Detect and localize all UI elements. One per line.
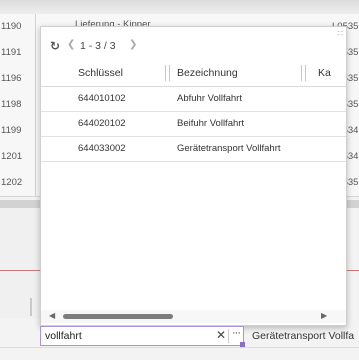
scroll-left-icon[interactable]: ◀	[49, 311, 55, 320]
chevron-right-icon[interactable]: ❯	[129, 39, 137, 50]
background-accent-line	[345, 270, 359, 271]
cell-key: 644010102	[78, 93, 126, 104]
column-header-category[interactable]: Ka	[318, 60, 331, 86]
top-toolbar	[0, 0, 359, 15]
table-row[interactable]: 644020102 Beifuhr Vollfahrt	[41, 112, 346, 137]
row-id: 1199	[0, 118, 36, 144]
scrollbar-thumb[interactable]	[63, 314, 173, 319]
background-scrollbar	[30, 298, 32, 316]
row-id: 1201	[0, 144, 36, 170]
refresh-icon[interactable]: ↻	[50, 39, 60, 53]
row-id: 1191	[0, 40, 36, 66]
background-accent-line	[0, 270, 40, 271]
search-field[interactable]: ✕ ···	[40, 326, 244, 346]
row-id: 1198	[0, 92, 36, 118]
column-header-key[interactable]: Schlüssel	[78, 60, 123, 86]
column-resize-handle[interactable]	[165, 65, 170, 81]
cell-key: 644033002	[78, 143, 126, 154]
background-panel	[0, 208, 40, 318]
close-icon[interactable]: ✕	[216, 328, 226, 342]
pager: ↻ ❮ 1 - 3 / 3 ❯ ∷	[41, 27, 346, 57]
divider	[228, 329, 229, 343]
row-id: 1190	[0, 14, 36, 40]
column-resize-handle[interactable]	[301, 65, 306, 81]
table-row[interactable]: 644010102 Abfuhr Vollfahrt	[41, 87, 346, 112]
row-id: 1202	[0, 170, 36, 196]
divider	[0, 347, 359, 348]
resize-grip-icon[interactable]: ∷	[338, 29, 343, 38]
column-header-name[interactable]: Bezeichnung	[177, 60, 238, 86]
selected-value: Gerätetransport Vollfa	[252, 330, 355, 342]
cell-name: Beifuhr Vollfahrt	[177, 118, 245, 129]
row-id: 1196	[0, 66, 36, 92]
cell-name: Gerätetransport Vollfahrt	[177, 143, 281, 154]
background-divider	[345, 200, 359, 208]
scroll-right-icon[interactable]: ▶	[321, 311, 327, 320]
table-row[interactable]: 644033002 Gerätetransport Vollfahrt	[41, 137, 346, 162]
horizontal-scrollbar[interactable]: ◀ ▶	[41, 310, 346, 323]
grid-header: Schlüssel Bezeichnung Ka	[41, 60, 346, 87]
lookup-popup: ↻ ❮ 1 - 3 / 3 ❯ ∷ Schlüssel Bezeichnung …	[40, 26, 347, 326]
cell-name: Abfuhr Vollfahrt	[177, 93, 242, 104]
chevron-left-icon[interactable]: ❮	[67, 39, 75, 50]
page-info: 1 - 3 / 3	[80, 40, 116, 52]
search-input[interactable]	[45, 329, 205, 343]
cell-key: 644020102	[78, 118, 126, 129]
more-icon[interactable]: ···	[232, 327, 241, 339]
background-divider	[0, 200, 40, 208]
